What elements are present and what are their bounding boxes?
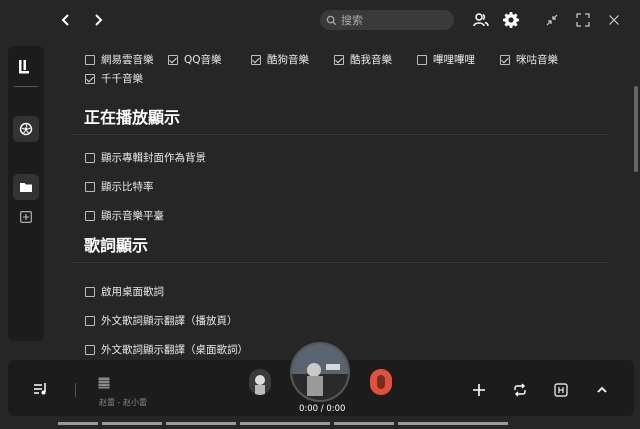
sidebar-item-folder[interactable] <box>13 174 39 200</box>
checkbox[interactable] <box>85 286 95 297</box>
checkbox[interactable] <box>85 181 95 192</box>
plus-icon <box>473 384 485 396</box>
option-label: 外文歌詞顯示翻譯（桌面歌詞） <box>101 344 248 356</box>
option-show-bitrate[interactable]: 顯示比特率 <box>72 172 612 201</box>
current-song-cover[interactable] <box>290 342 350 402</box>
option-label: 顯示比特率 <box>101 181 154 193</box>
expand-player-button[interactable] <box>594 382 610 398</box>
sidebar <box>8 46 44 341</box>
source-checkbox-kugou[interactable]: 酷狗音樂 <box>251 50 334 69</box>
source-label: 嗶哩嗶哩 <box>433 54 475 66</box>
source-checkbox-qianqian[interactable]: 千千音樂 <box>85 69 168 88</box>
music-source-list: 網易雲音樂 QQ音樂 酷狗音樂 酷我音樂 嗶哩嗶哩 咪咕音樂 千千音樂 <box>72 50 612 88</box>
title-bar <box>0 0 640 40</box>
source-checkbox-kuwo[interactable]: 酷我音樂 <box>334 50 417 69</box>
option-label: 顯示音樂平臺 <box>101 210 164 222</box>
forward-button[interactable] <box>89 11 107 29</box>
sidebar-divider <box>14 86 38 87</box>
disc-icon <box>19 122 33 136</box>
cut-off-text-decoration <box>58 422 508 425</box>
song-artist-title: 赵雷 - 赵小雷 <box>99 398 147 407</box>
users-icon <box>473 13 489 27</box>
checkbox[interactable] <box>85 210 95 221</box>
section-title-lyrics: 歌詞顯示 <box>84 236 149 255</box>
source-label: 酷我音樂 <box>350 54 392 66</box>
source-label: 網易雲音樂 <box>101 54 154 66</box>
checkbox[interactable] <box>251 54 261 65</box>
chevron-left-icon <box>61 14 69 26</box>
add-square-icon <box>20 211 32 223</box>
album-thumb[interactable] <box>97 376 111 390</box>
player-divider <box>75 383 76 397</box>
source-checkbox-netease[interactable]: 網易雲音樂 <box>85 50 168 69</box>
source-checkbox-qq[interactable]: QQ音樂 <box>168 50 251 69</box>
prev-song-cover[interactable] <box>249 369 271 395</box>
option-album-cover-background[interactable]: 顯示專輯封面作為背景 <box>72 143 612 172</box>
repeat-icon <box>514 383 526 397</box>
lyrics-button[interactable] <box>553 382 569 398</box>
player-bar: 赵雷 - 赵小雷 0:00 / 0:00 <box>8 342 634 416</box>
fullscreen-button[interactable] <box>573 10 593 30</box>
playback-time: 0:00 / 0:00 <box>299 404 346 414</box>
shrink-icon <box>546 14 558 26</box>
source-label: QQ音樂 <box>184 54 222 66</box>
option-translate-play-page[interactable]: 外文歌詞顯示翻譯（播放頁） <box>72 306 612 335</box>
checkbox[interactable] <box>168 54 178 65</box>
chevron-right-icon <box>95 14 103 26</box>
fullscreen-icon <box>576 13 590 27</box>
cover-art-icon <box>370 369 392 395</box>
option-label: 外文歌詞顯示翻譯（播放頁） <box>101 315 238 327</box>
album-grid-icon <box>98 377 110 389</box>
next-song-cover[interactable] <box>370 369 392 395</box>
checkbox[interactable] <box>500 54 510 65</box>
obscured-text-strip <box>0 416 640 429</box>
close-button[interactable] <box>604 10 624 30</box>
checkbox[interactable] <box>85 315 95 326</box>
back-button[interactable] <box>57 11 75 29</box>
source-label: 酷狗音樂 <box>267 54 309 66</box>
checkbox[interactable] <box>417 54 427 65</box>
search-box[interactable] <box>320 10 454 30</box>
source-checkbox-bilibili[interactable]: 嗶哩嗶哩 <box>417 50 500 69</box>
cover-art-icon <box>249 369 271 395</box>
sidebar-item-discover[interactable] <box>13 116 39 142</box>
playlist-button[interactable] <box>32 380 50 398</box>
source-label: 千千音樂 <box>101 73 143 85</box>
option-label: 啟用桌面歌詞 <box>101 286 164 298</box>
lyrics-icon <box>554 383 568 397</box>
minimize-button[interactable] <box>542 10 562 30</box>
checkbox[interactable] <box>85 344 95 355</box>
checkbox[interactable] <box>85 73 95 84</box>
checkbox[interactable] <box>334 54 344 65</box>
search-icon <box>326 15 337 25</box>
add-button[interactable] <box>471 382 487 398</box>
cover-art-icon <box>292 344 348 400</box>
section-title-playing: 正在播放顯示 <box>84 108 181 127</box>
option-desktop-lyrics[interactable]: 啟用桌面歌詞 <box>72 277 612 306</box>
search-input[interactable] <box>341 13 441 27</box>
option-show-platform[interactable]: 顯示音樂平臺 <box>72 201 612 230</box>
chevron-up-icon <box>597 386 607 393</box>
settings-button[interactable] <box>501 10 521 30</box>
checkbox[interactable] <box>85 152 95 163</box>
settings-panel: 網易雲音樂 QQ音樂 酷狗音樂 酷我音樂 嗶哩嗶哩 咪咕音樂 千千音樂 正在播放… <box>72 50 612 364</box>
source-label: 咪咕音樂 <box>516 54 558 66</box>
scrollbar[interactable] <box>634 86 638 172</box>
users-button[interactable] <box>471 10 491 30</box>
checkbox[interactable] <box>85 54 95 65</box>
source-checkbox-migu[interactable]: 咪咕音樂 <box>500 50 580 69</box>
option-label: 顯示專輯封面作為背景 <box>101 152 206 164</box>
playlist-icon <box>34 383 46 395</box>
close-icon <box>609 15 619 25</box>
repeat-button[interactable] <box>512 382 528 398</box>
app-logo <box>18 60 30 77</box>
gear-icon <box>503 12 519 28</box>
logo-icon <box>19 60 29 74</box>
sidebar-item-add[interactable] <box>13 204 39 230</box>
folder-icon <box>20 183 32 192</box>
